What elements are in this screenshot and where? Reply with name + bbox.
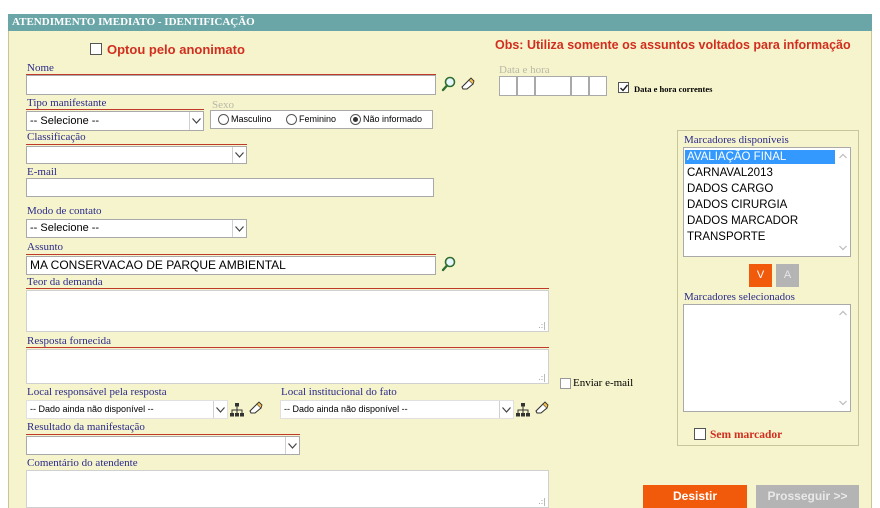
- tipo-select[interactable]: -- Selecione --: [26, 111, 204, 131]
- assunto-label: Assunto: [27, 241, 64, 253]
- tipo-value: -- Selecione --: [30, 115, 100, 127]
- date-month-input[interactable]: [517, 76, 535, 96]
- local-resp-value: -- Dado ainda não disponível --: [30, 404, 154, 414]
- form-header: ATENDIMENTO IMEDIATO - IDENTIFICAÇÃO: [8, 14, 872, 31]
- email-input[interactable]: [26, 178, 434, 197]
- modo-value: -- Selecione --: [30, 222, 100, 234]
- search-icon[interactable]: [441, 256, 457, 272]
- chevron-down-icon: [189, 112, 203, 130]
- resposta-label: Resposta fornecida: [27, 335, 111, 347]
- comentario-label: Comentário do atendente: [27, 457, 138, 469]
- eraser-icon[interactable]: [459, 76, 475, 92]
- sem-marcador-label: Sem marcador: [710, 429, 783, 441]
- marcadores-selecionados-label: Marcadores selecionados: [684, 291, 795, 303]
- chevron-down-icon: [213, 401, 227, 418]
- chevron-down-icon: [232, 220, 246, 237]
- teor-textarea[interactable]: .:|: [26, 290, 549, 332]
- obs-note: Obs: Utiliza somente os assuntos voltado…: [495, 38, 851, 52]
- local-resp-label: Local responsável pela resposta: [27, 386, 167, 398]
- anonymity-label: Optou pelo anonimato: [107, 42, 245, 57]
- current-datetime-checkbox[interactable]: [618, 82, 629, 93]
- date-day-input[interactable]: [499, 76, 517, 96]
- time-hour-input[interactable]: [571, 76, 589, 96]
- chevron-down-icon: [232, 147, 246, 163]
- marcadores-disponiveis-label: Marcadores disponíveis: [684, 134, 789, 146]
- scroll-up-icon[interactable]: [836, 150, 850, 162]
- add-marcador-button[interactable]: V: [749, 264, 772, 287]
- enviar-email-checkbox[interactable]: [560, 378, 571, 389]
- local-resp-select[interactable]: -- Dado ainda não disponível --: [26, 400, 228, 419]
- classificacao-select[interactable]: [26, 146, 247, 164]
- resultado-select[interactable]: [26, 436, 300, 455]
- list-item[interactable]: DADOS MARCADOR: [687, 214, 798, 228]
- datahora-label: Data e hora: [499, 64, 550, 76]
- app-frame: ATENDIMENTO IMEDIATO - IDENTIFICAÇÃO Opt…: [0, 0, 880, 508]
- assunto-input[interactable]: MA CONSERVACAO DE PARQUE AMBIENTAL: [26, 256, 436, 275]
- desistir-button[interactable]: Desistir: [643, 485, 747, 508]
- scroll-down-icon[interactable]: [836, 397, 850, 409]
- local-inst-label: Local institucional do fato: [281, 386, 397, 398]
- list-item[interactable]: TRANSPORTE: [687, 230, 765, 244]
- marcadores-selecionados-list[interactable]: [683, 304, 851, 412]
- marcadores-disponiveis-list[interactable]: AVALIAÇÃO FINAL CARNAVAL2013 DADOS CARGO…: [683, 147, 851, 257]
- resposta-textarea[interactable]: .:|: [26, 349, 549, 384]
- nome-label: Nome: [27, 62, 54, 74]
- list-item[interactable]: CARNAVAL2013: [687, 166, 773, 180]
- sexo-nao-informado-radio[interactable]: [350, 114, 361, 125]
- eraser-icon[interactable]: [533, 400, 549, 416]
- nome-input[interactable]: [26, 75, 436, 95]
- chevron-down-icon: [285, 437, 299, 454]
- anonymity-checkbox[interactable]: [90, 43, 102, 55]
- scroll-down-icon[interactable]: [836, 242, 850, 254]
- remove-marcador-button[interactable]: A: [776, 264, 799, 287]
- modo-label: Modo de contato: [27, 205, 102, 217]
- resultado-label: Resultado da manifestação: [27, 421, 145, 433]
- current-datetime-label: Data e hora correntes: [634, 84, 713, 94]
- list-item[interactable]: AVALIAÇÃO FINAL: [687, 150, 786, 164]
- list-scrollbar[interactable]: [836, 148, 850, 256]
- scroll-up-icon[interactable]: [836, 307, 850, 319]
- time-minute-input[interactable]: [589, 76, 607, 96]
- list-item[interactable]: DADOS CARGO: [687, 182, 773, 196]
- sexo-feminino-label: Feminino: [299, 114, 337, 124]
- org-tree-icon[interactable]: [515, 402, 531, 418]
- search-icon[interactable]: [441, 76, 457, 92]
- teor-label: Teor da demanda: [27, 276, 103, 288]
- org-tree-icon[interactable]: [229, 402, 245, 418]
- local-inst-select[interactable]: -- Dado ainda não disponível --: [280, 400, 514, 419]
- classificacao-label: Classificação: [27, 131, 86, 143]
- eraser-icon[interactable]: [247, 400, 263, 416]
- sexo-masculino-label: Masculino: [231, 114, 272, 124]
- local-inst-value: -- Dado ainda não disponível --: [284, 404, 408, 414]
- list-scrollbar[interactable]: [836, 305, 850, 411]
- sexo-masculino-radio[interactable]: [218, 114, 229, 125]
- sem-marcador-checkbox[interactable]: [694, 428, 706, 440]
- date-year-input[interactable]: [535, 76, 571, 96]
- comentario-textarea[interactable]: .:|: [26, 470, 549, 508]
- modo-select[interactable]: -- Selecione --: [26, 219, 247, 238]
- prosseguir-button[interactable]: Prosseguir >>: [756, 485, 859, 508]
- enviar-email-label: Enviar e-mail: [573, 377, 634, 389]
- sexo-nao-informado-label: Não informado: [363, 114, 423, 124]
- chevron-down-icon: [499, 401, 513, 418]
- list-item[interactable]: DADOS CIRURGIA: [687, 198, 787, 212]
- sexo-feminino-radio[interactable]: [286, 114, 297, 125]
- email-label: E-mail: [27, 166, 57, 178]
- tipo-label: Tipo manifestante: [27, 97, 107, 109]
